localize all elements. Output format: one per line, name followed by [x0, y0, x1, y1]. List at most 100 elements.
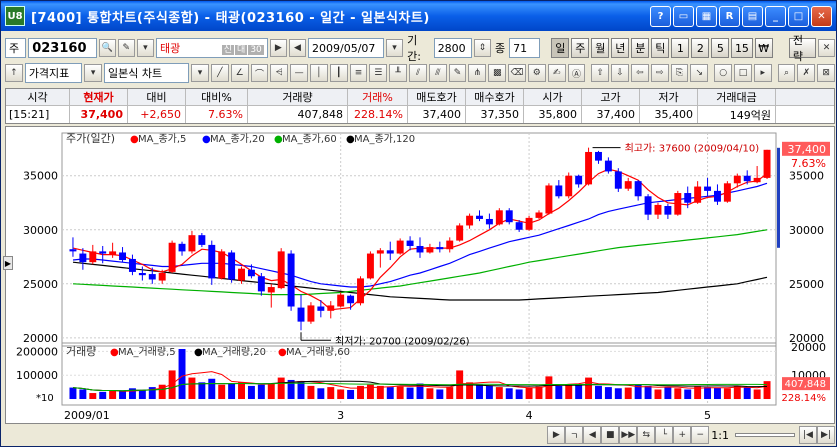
count-input[interactable]: 71 — [509, 38, 540, 58]
cycle-lines-icon[interactable]: ┃ — [329, 64, 348, 82]
right-arrow-icon[interactable]: ⇨ — [650, 64, 669, 82]
strategy-button[interactable]: 전략 — [788, 34, 816, 63]
quote-header-4: 거래량 — [248, 89, 348, 105]
interval-week-button[interactable]: 주 — [571, 38, 590, 58]
interval-year-button[interactable]: 년 — [611, 38, 630, 58]
interval-5-button[interactable]: 5 — [711, 38, 730, 58]
interval-minute-button[interactable]: 분 — [631, 38, 650, 58]
delete-all-icon[interactable]: ⊠ — [817, 64, 836, 82]
pitchfork-icon[interactable]: ⋔ — [468, 64, 487, 82]
grid-button[interactable]: ▦ — [696, 6, 717, 27]
maximize-button[interactable]: □ — [788, 6, 809, 27]
candle-body — [733, 175, 741, 184]
cursor-button[interactable]: ㄱ — [565, 426, 584, 444]
scroll-start-button[interactable]: ▶ — [547, 426, 566, 444]
chart-type-select[interactable]: 일본식 차트 — [104, 63, 190, 83]
page-icon[interactable]: ⎘ — [670, 64, 689, 82]
fast-forward-button[interactable]: ▶▶ — [619, 426, 638, 444]
price-legend-series: MA_종가,120 — [354, 133, 415, 145]
zoom-slider[interactable] — [735, 433, 795, 437]
edit-icon[interactable]: ✎ — [117, 39, 135, 57]
interval-month-button[interactable]: 월 — [591, 38, 610, 58]
price-legend-label: 주가(일간) — [66, 131, 115, 145]
interval-1-button[interactable]: 1 — [671, 38, 690, 58]
swap-button[interactable]: ⇆ — [637, 426, 656, 444]
ruler-icon[interactable]: ▸ — [753, 64, 772, 82]
period-spin-icon[interactable]: ⇕ — [473, 39, 491, 57]
zoom-in-button[interactable]: + — [673, 426, 692, 444]
code-input[interactable]: 023160 — [28, 38, 97, 58]
volume-bar — [664, 387, 672, 399]
panel-toggle-icon[interactable]: ▶ — [3, 256, 13, 270]
fan-icon[interactable]: ⩤ — [270, 64, 289, 82]
interval-day-button[interactable]: 일 — [551, 38, 570, 58]
interval-2-button[interactable]: 2 — [691, 38, 710, 58]
help-button[interactable]: ? — [650, 6, 671, 27]
channel-icon[interactable]: ⫽ — [409, 64, 427, 82]
search-icon[interactable]: 🔍 — [98, 39, 116, 57]
date-input[interactable]: 2009/05/07 — [308, 38, 384, 58]
name-field[interactable]: 태광 신 대 30 — [155, 38, 268, 58]
angle-icon[interactable]: ∠ — [230, 64, 249, 82]
trendline-icon[interactable]: ╱ — [210, 64, 229, 82]
candle-body — [168, 242, 176, 272]
down-arrow-icon[interactable]: ⇩ — [611, 64, 629, 82]
next-arrow-icon[interactable]: ▶ — [269, 39, 287, 57]
rectangle-icon[interactable]: □ — [734, 64, 752, 82]
chart-area[interactable]: 20000 20000 25000 25000 30000 30000 35000 35000… — [5, 126, 835, 424]
retracement-icon[interactable]: ☰ — [369, 64, 388, 82]
volume-bar — [138, 389, 146, 399]
strategy-close-icon[interactable]: ✕ — [817, 39, 836, 57]
currency-button[interactable]: ₩ — [754, 38, 773, 58]
candle-body — [466, 215, 474, 226]
candle-body — [128, 258, 136, 272]
candle-body — [357, 278, 364, 304]
menu-button[interactable]: ▤ — [742, 6, 763, 27]
parallel-icon[interactable]: ⫻ — [428, 64, 447, 82]
indicator-dropdown-icon[interactable]: ▾ — [84, 64, 103, 82]
fibonacci-icon[interactable]: ≡ — [349, 64, 368, 82]
volume-bar — [704, 387, 712, 399]
left-arrow-icon[interactable]: ⇦ — [630, 64, 649, 82]
eraser-icon[interactable]: ⌫ — [508, 64, 526, 82]
axis-button[interactable]: └ — [655, 426, 674, 444]
scroll-end-right-button[interactable]: ▶| — [817, 426, 835, 444]
zoom-out-button[interactable]: − — [691, 426, 710, 444]
stop-button[interactable]: ■ — [601, 426, 620, 444]
text-icon[interactable]: Ⓐ — [567, 64, 586, 82]
minimize-button[interactable]: _ — [765, 6, 786, 27]
prev-arrow-icon[interactable]: ◀ — [288, 39, 306, 57]
interval-15-button[interactable]: 15 — [731, 38, 753, 58]
arc-icon[interactable]: ⌒ — [250, 64, 269, 82]
collapse-icon[interactable]: ↑ — [5, 64, 23, 82]
settings-icon[interactable]: ⚙ — [527, 64, 546, 82]
volume-bar — [733, 385, 741, 399]
calendar-dropdown-icon[interactable]: ▾ — [385, 39, 404, 57]
vertical-line-icon[interactable]: │ — [309, 64, 328, 82]
close-button[interactable]: ✕ — [811, 6, 832, 27]
delete-icon[interactable]: ✗ — [797, 64, 816, 82]
market-select[interactable]: 주 — [5, 38, 27, 58]
candle-body — [267, 287, 275, 293]
up-arrow-icon[interactable]: ⇧ — [591, 64, 610, 82]
extend-icon[interactable]: ↘ — [690, 64, 709, 82]
period-input[interactable]: 2800 — [433, 38, 472, 58]
indicator-select[interactable]: 가격지표 — [24, 63, 83, 83]
zoom-icon[interactable]: ⌕ — [777, 64, 796, 82]
scroll-end-left-button[interactable]: |◀ — [799, 426, 817, 444]
note-icon[interactable]: ✍ — [547, 64, 566, 82]
color-icon[interactable]: ▩ — [488, 64, 507, 82]
scroll-left-button[interactable]: ◀ — [583, 426, 602, 444]
layout-button[interactable]: ▭ — [673, 6, 694, 27]
title-bar[interactable]: U8 [7400] 통합차트(주식종합) - 태광(023160 - 일간 - … — [1, 1, 836, 31]
dropdown-icon[interactable]: ▾ — [136, 39, 154, 57]
pen-icon[interactable]: ✎ — [448, 64, 467, 82]
horizontal-line-icon[interactable]: — — [290, 64, 308, 82]
refresh-button[interactable]: R — [719, 6, 740, 27]
chart-type-dropdown-icon[interactable]: ▾ — [191, 64, 209, 82]
time-zone-icon[interactable]: ╨ — [389, 64, 408, 82]
interval-tick-button[interactable]: 틱 — [651, 38, 670, 58]
volume-bar — [595, 385, 602, 399]
circle-icon[interactable]: ○ — [714, 64, 733, 82]
chart-canvas[interactable]: 20000 20000 25000 25000 30000 30000 35000 35000… — [6, 127, 836, 425]
